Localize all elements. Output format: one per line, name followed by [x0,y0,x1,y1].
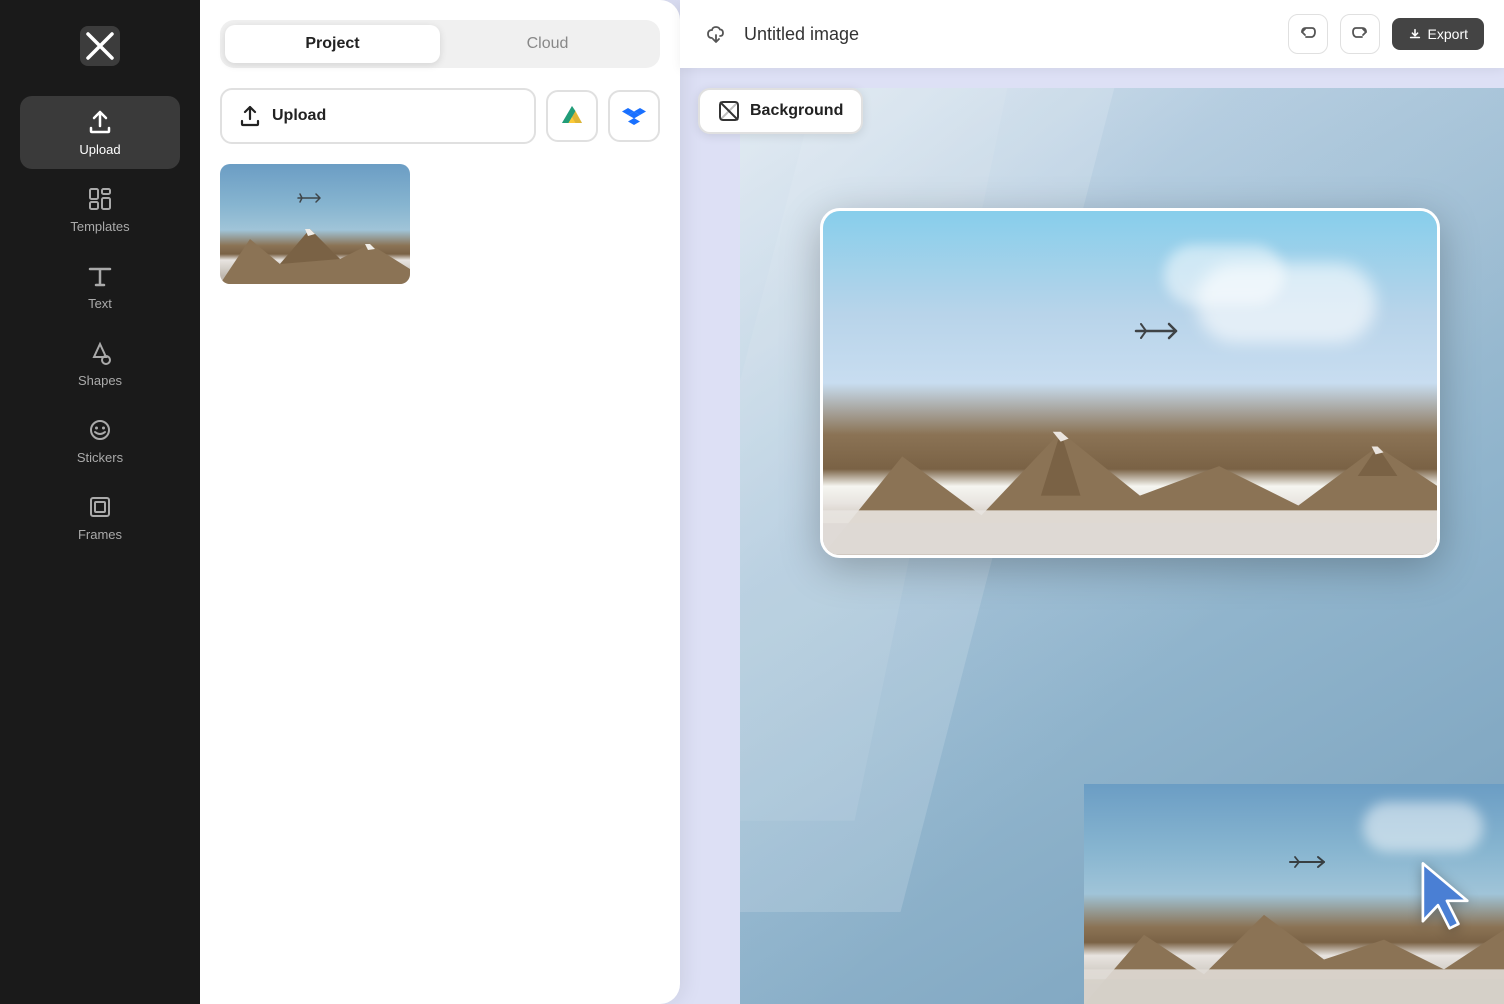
tab-project[interactable]: Project [225,25,440,63]
templates-icon [86,185,114,213]
sky-background [740,88,1504,1004]
secondary-airplane [1286,850,1336,875]
background-button-label: Background [750,102,843,120]
sidebar-item-stickers-label: Stickers [77,450,123,465]
upload-row: Upload [220,88,660,144]
upload-icon [86,108,114,136]
secondary-cloud [1363,802,1483,852]
sidebar: Upload Templates Text Shapes [0,0,200,1004]
google-drive-button[interactable] [546,90,598,142]
document-title[interactable]: Untitled image [744,24,1276,45]
canvas-background [740,88,1504,1004]
thumbnail-image [220,164,410,284]
upload-button-icon [238,104,262,128]
frames-icon [86,493,114,521]
dropbox-icon [622,104,646,128]
sidebar-item-stickers[interactable]: Stickers [20,404,180,477]
sidebar-item-templates[interactable]: Templates [20,173,180,246]
text-icon [86,262,114,290]
cursor-arrow [1414,859,1494,944]
export-button[interactable]: Export [1392,18,1484,50]
undo-button[interactable] [1288,14,1328,54]
main-airplane [1131,316,1191,346]
export-button-label: Export [1428,26,1468,42]
top-bar: Untitled image Export [680,0,1504,68]
sidebar-item-frames-label: Frames [78,527,122,542]
upload-button-label: Upload [272,107,326,125]
sidebar-item-frames[interactable]: Frames [20,481,180,554]
sidebar-item-upload-label: Upload [79,142,120,157]
sidebar-item-text[interactable]: Text [20,250,180,323]
cloud-2 [1164,245,1284,305]
shapes-icon [86,339,114,367]
background-button[interactable]: Background [698,88,863,134]
sidebar-item-shapes[interactable]: Shapes [20,327,180,400]
export-icon [1408,27,1422,41]
thumbnail-airplane [296,189,326,207]
tab-bar: Project Cloud [220,20,660,68]
thumbnail-mountains [220,224,410,284]
redo-button[interactable] [1340,14,1380,54]
undo-icon [1298,24,1318,44]
upload-thumbnail[interactable] [220,164,410,284]
main-airplane-scene [823,211,1437,555]
main-mountains [823,417,1437,555]
background-icon [718,100,740,122]
upload-button[interactable]: Upload [220,88,536,144]
canvas-area: Background [680,68,1504,1004]
main-image-card[interactable] [820,208,1440,558]
sidebar-item-upload[interactable]: Upload [20,96,180,169]
tab-cloud[interactable]: Cloud [440,25,655,63]
redo-icon [1350,24,1370,44]
left-panel: Project Cloud Upload [200,0,680,1004]
upload-to-cloud-icon [700,18,732,50]
sidebar-item-shapes-label: Shapes [78,373,122,388]
app-logo [74,20,126,72]
dropbox-button[interactable] [608,90,660,142]
google-drive-icon [560,104,584,128]
stickers-icon [86,416,114,444]
sidebar-item-templates-label: Templates [70,219,129,234]
sidebar-item-text-label: Text [88,296,112,311]
